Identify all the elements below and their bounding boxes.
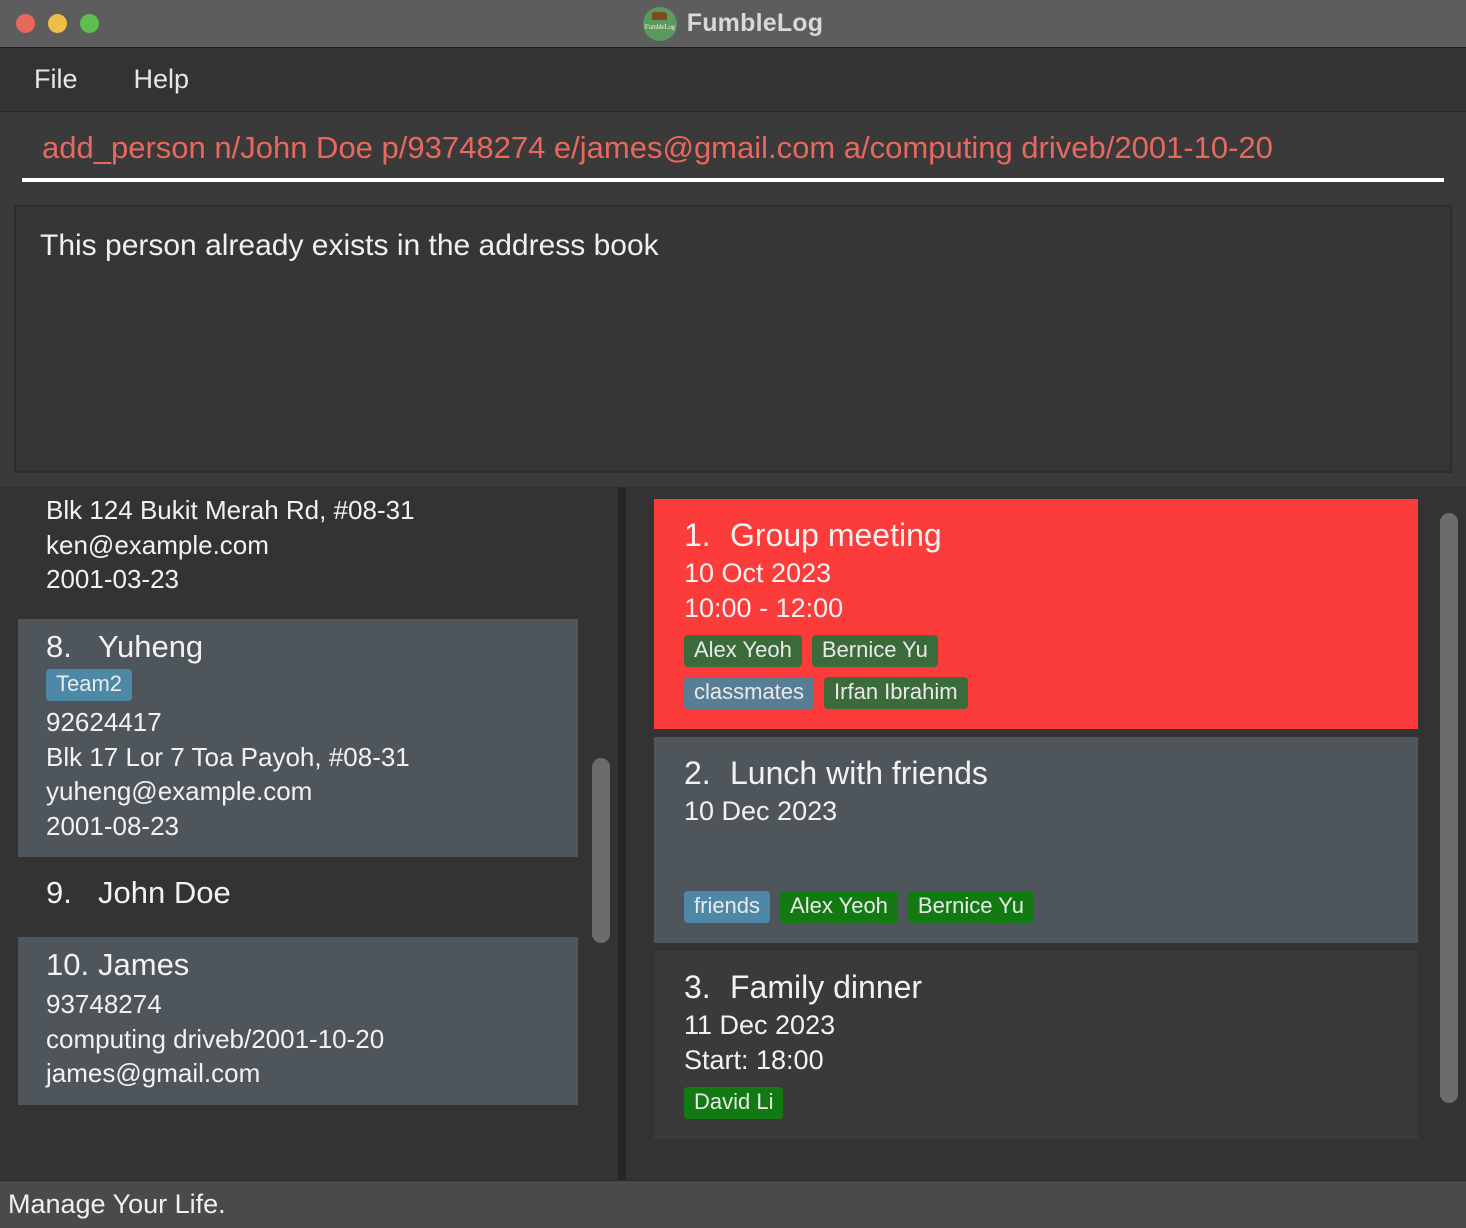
logo-text: FumbleLog <box>644 22 675 31</box>
event-list[interactable]: 1. Group meeting 10 Oct 2023 10:00 - 12:00 A… <box>626 487 1466 1180</box>
event-tag: friends <box>684 891 771 924</box>
event-name-text: Group meeting <box>730 517 942 553</box>
event-index: 3. <box>684 969 711 1006</box>
result-area: This person already exists in the addres… <box>0 197 1466 487</box>
command-area <box>0 112 1466 197</box>
person-name: 9. John Doe <box>46 875 550 911</box>
event-tag: David Li <box>684 1087 784 1120</box>
event-name: 2. Lunch with friends <box>684 755 1388 792</box>
minimize-button[interactable] <box>48 14 67 33</box>
person-index: 8. <box>46 628 72 664</box>
event-tag-row: Alex Yeoh Bernice Yu classmates Irfan Ibrah… <box>684 635 974 710</box>
event-card[interactable]: 2. Lunch with friends 10 Dec 2023 friends Al… <box>654 737 1418 944</box>
person-index: 10. <box>46 947 90 983</box>
event-time: Start: 18:00 <box>684 1044 824 1075</box>
person-detail-line: Blk 17 Lor 7 Toa Payoh, #08-31 <box>46 741 410 772</box>
person-detail-line: 2001-03-23 <box>46 564 179 595</box>
person-detail-line: 2001-08-23 <box>46 810 179 841</box>
menu-item-file[interactable]: File <box>26 62 86 97</box>
event-name: 3. Family dinner <box>684 969 1388 1006</box>
person-name-text: Yuheng <box>98 628 204 664</box>
event-card[interactable]: 1. Group meeting 10 Oct 2023 10:00 - 12:00 A… <box>654 499 1418 730</box>
event-tag-row: David Li <box>684 1087 1388 1120</box>
event-list-scrollbar-thumb[interactable] <box>1440 513 1458 1103</box>
person-card[interactable]: 10. James 93748274 computing driveb/2001-10… <box>18 937 578 1105</box>
event-tag: classmates <box>684 677 815 710</box>
event-name-text: Family dinner <box>730 969 923 1006</box>
person-list-panel: 92624417 Blk 124 Bukit Merah Rd, #08-31 ke… <box>0 487 618 1180</box>
person-detail-line: ken@example.com <box>46 529 269 560</box>
event-list-scrollbar[interactable] <box>1440 493 1458 1174</box>
person-detail-line: computing driveb/2001-10-20 <box>46 1023 385 1054</box>
event-card[interactable]: 3. Family dinner 11 Dec 2023 Start: 18:00 Da… <box>654 951 1418 1140</box>
person-name: 10. James <box>46 947 550 983</box>
window-title: FumbleLog <box>686 9 824 37</box>
event-time: 10:00 - 12:00 <box>684 592 844 623</box>
event-date: 10 Dec 2023 <box>684 796 838 827</box>
title-bar: FumbleLog FumbleLog <box>0 0 1466 48</box>
person-index: 9. <box>46 875 72 911</box>
list-gap <box>18 857 578 865</box>
person-name-text: John Doe <box>98 875 231 911</box>
person-list-scrollbar[interactable] <box>592 493 610 1174</box>
person-list-scrollbar-thumb[interactable] <box>592 758 610 943</box>
menu-bar: File Help <box>0 48 1466 112</box>
event-name: 1. Group meeting <box>684 517 1388 554</box>
event-tag-row: friends Alex Yeoh Bernice Yu <box>684 891 1388 924</box>
person-detail-line: 92624417 <box>46 706 162 737</box>
event-spacer <box>684 829 1388 881</box>
event-tag: Bernice Yu <box>811 635 938 668</box>
list-gap <box>18 929 578 937</box>
event-tag: Alex Yeoh <box>780 891 898 924</box>
maximize-button[interactable] <box>80 14 99 33</box>
event-index: 2. <box>684 755 711 792</box>
app-logo-icon: FumbleLog <box>642 6 677 41</box>
event-date: 11 Dec 2023 <box>684 1010 836 1041</box>
person-name: 8. Yuheng <box>46 629 550 665</box>
person-detail-line: 93748274 <box>46 989 162 1020</box>
event-tag: Bernice Yu <box>907 891 1034 924</box>
logo-mark-icon <box>651 11 667 20</box>
panel-divider[interactable] <box>618 487 626 1180</box>
menu-item-help[interactable]: Help <box>126 62 198 97</box>
panels: 92624417 Blk 124 Bukit Merah Rd, #08-31 ke… <box>0 487 1466 1180</box>
event-name-text: Lunch with friends <box>730 755 988 792</box>
person-detail-line: Blk 124 Bukit Merah Rd, #08-31 <box>46 495 415 525</box>
status-bar-text: Manage Your Life. <box>8 1189 226 1219</box>
list-gap <box>18 611 578 619</box>
title-center: FumbleLog FumbleLog <box>0 0 1466 47</box>
command-input[interactable] <box>22 128 1444 182</box>
event-tag: Irfan Ibrahim <box>824 677 968 710</box>
list-gap <box>654 943 1418 951</box>
status-bar: Manage Your Life. <box>0 1180 1466 1228</box>
event-tag: Alex Yeoh <box>684 635 802 668</box>
person-card[interactable]: 8. Yuheng Team2 92624417 Blk 17 Lor 7 Toa Pa… <box>18 618 578 858</box>
close-button[interactable] <box>16 14 35 33</box>
person-name-clipped: 92624417 <box>46 487 550 489</box>
event-date: 10 Oct 2023 <box>684 558 832 588</box>
app-window: FumbleLog FumbleLog File Help This perso… <box>0 0 1466 1228</box>
person-list[interactable]: 92624417 Blk 124 Bukit Merah Rd, #08-31 ke… <box>0 487 618 1180</box>
person-tag: Team2 <box>46 668 133 701</box>
list-gap <box>654 729 1418 737</box>
window-controls <box>0 14 99 33</box>
event-list-panel: 1. Group meeting 10 Oct 2023 10:00 - 12:00 A… <box>626 487 1466 1180</box>
person-card[interactable]: 92624417 Blk 124 Bukit Merah Rd, #08-31 ke… <box>18 487 578 611</box>
person-detail-line: james@gmail.com <box>46 1058 261 1089</box>
person-name-text: James <box>98 947 190 983</box>
result-display: This person already exists in the addres… <box>14 205 1452 473</box>
person-tag-row: Team2 <box>46 668 550 701</box>
event-index: 1. <box>684 517 711 553</box>
person-detail-line: yuheng@example.com <box>46 776 313 807</box>
person-card[interactable]: 9. John Doe <box>18 865 578 930</box>
